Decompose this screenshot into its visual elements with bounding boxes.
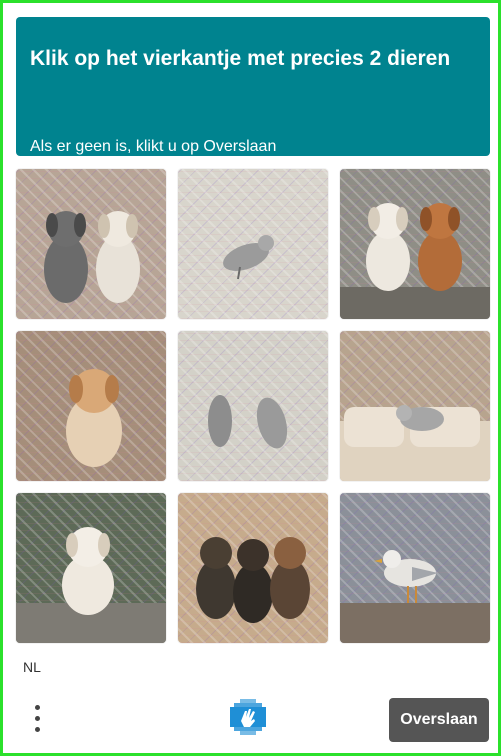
image-tile-9[interactable] xyxy=(340,493,490,643)
bird-image xyxy=(208,395,288,449)
image-tile-1[interactable] xyxy=(16,169,166,319)
puppy-image xyxy=(16,527,166,643)
challenge-subtitle: Als er geen is, klikt u op Overslaan xyxy=(30,138,277,155)
bird-image xyxy=(223,235,274,280)
two-puppies-image xyxy=(340,203,490,319)
image-tile-2[interactable] xyxy=(178,169,328,319)
image-tile-5[interactable] xyxy=(178,331,328,481)
menu-dot xyxy=(35,705,40,710)
image-tile-4[interactable] xyxy=(16,331,166,481)
three-puppies-image xyxy=(196,537,310,623)
language-selector[interactable]: NL xyxy=(23,659,41,675)
image-tile-6[interactable] xyxy=(340,331,490,481)
seagull-image xyxy=(340,550,490,643)
challenge-header: Klik op het vierkantje met precies 2 die… xyxy=(16,17,490,156)
menu-dot xyxy=(35,727,40,732)
skip-button[interactable]: Overslaan xyxy=(389,698,489,742)
image-tile-7[interactable] xyxy=(16,493,166,643)
puppy-image xyxy=(66,369,122,467)
two-puppies-image xyxy=(44,211,140,303)
captcha-frame: Klik op het vierkantje met precies 2 die… xyxy=(0,0,501,756)
bird-on-sofa-image xyxy=(340,405,490,481)
hcaptcha-logo-icon[interactable] xyxy=(230,699,266,735)
image-tile-3[interactable] xyxy=(340,169,490,319)
image-tile-8[interactable] xyxy=(178,493,328,643)
image-grid xyxy=(16,169,492,645)
menu-dot xyxy=(35,716,40,721)
more-vertical-icon[interactable] xyxy=(25,701,51,737)
challenge-title: Klik op het vierkantje met precies 2 die… xyxy=(30,47,451,70)
